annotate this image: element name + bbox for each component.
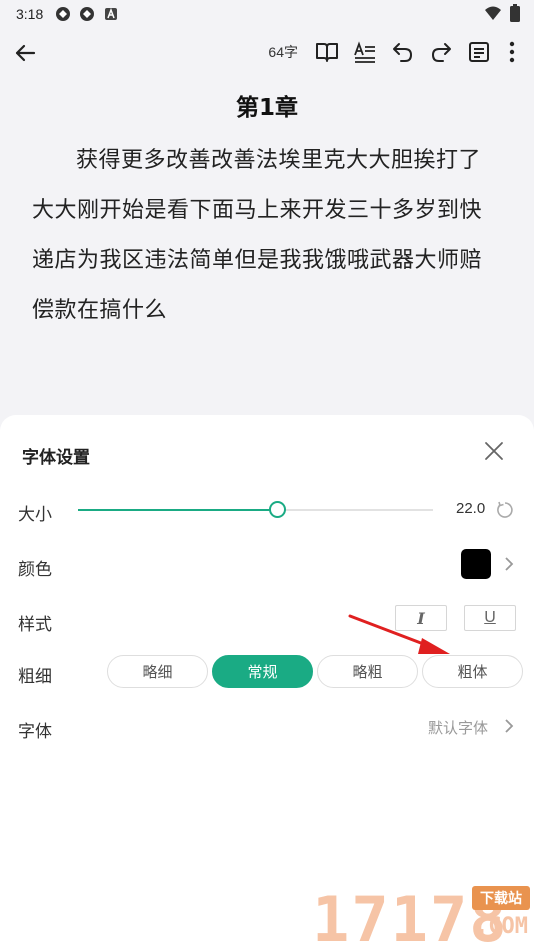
underline-button[interactable]: U	[464, 605, 516, 631]
size-value: 22.0	[456, 500, 486, 517]
note-icon	[469, 42, 489, 62]
weight-option-regular[interactable]: 常规	[212, 655, 313, 688]
redo-button[interactable]	[422, 36, 460, 68]
size-slider-fill	[78, 509, 277, 511]
size-slider[interactable]	[78, 501, 433, 518]
sheet-title: 字体设置	[22, 448, 90, 468]
font-label: 字体	[18, 722, 52, 742]
notification-icon-3	[103, 6, 119, 22]
annotation-arrow-icon	[348, 614, 450, 654]
text-format-button[interactable]	[346, 36, 384, 68]
style-label: 样式	[18, 615, 52, 635]
reader-toolbar: 64字	[0, 30, 534, 74]
size-label: 大小	[18, 505, 52, 525]
size-slider-thumb[interactable]	[268, 501, 286, 518]
notification-icon-2	[79, 6, 95, 22]
book-icon	[316, 43, 338, 62]
undo-icon	[393, 43, 412, 62]
watermark-badge: 下载站	[472, 886, 530, 910]
redo-icon	[432, 43, 451, 62]
watermark-suffix: .COM	[475, 914, 528, 939]
status-bar: 3:18	[0, 0, 534, 28]
weight-option-light[interactable]: 略细	[107, 655, 208, 688]
font-value[interactable]: 默认字体	[428, 717, 488, 738]
close-button[interactable]	[482, 439, 506, 463]
reset-size-button[interactable]	[496, 501, 514, 519]
chapter-body: 获得更多改善改善法埃里克大大胆挨打了大大刚开始是看下面马上来开发三十多岁到快递店…	[32, 148, 483, 323]
text-format-icon	[354, 41, 375, 63]
chevron-right-icon[interactable]	[503, 556, 515, 572]
reset-icon	[497, 501, 513, 518]
word-count: 64字	[268, 44, 298, 60]
notes-button[interactable]	[460, 36, 498, 68]
close-icon	[485, 442, 503, 460]
more-button[interactable]	[498, 36, 526, 68]
chapter-title: 第1章	[235, 95, 298, 121]
back-button[interactable]	[10, 38, 40, 68]
weight-label: 粗细	[18, 667, 52, 687]
watermark-logo: 17178 下载站 .COM	[304, 880, 534, 950]
arrow-left-icon	[15, 44, 36, 62]
color-label: 颜色	[18, 560, 52, 580]
more-vertical-icon	[509, 41, 515, 63]
status-time: 3:18	[16, 6, 44, 22]
notification-icon-1	[55, 6, 71, 22]
undo-button[interactable]	[384, 36, 422, 68]
book-button[interactable]	[308, 36, 346, 68]
wifi-icon	[484, 5, 502, 25]
color-swatch[interactable]	[461, 549, 491, 579]
battery-icon	[510, 4, 520, 26]
chevron-right-icon[interactable]	[503, 718, 515, 734]
font-settings-sheet: 字体设置 大小 22.0 颜色 样式 I U 粗细 略细 常规 略粗 粗体 字体…	[0, 415, 534, 950]
